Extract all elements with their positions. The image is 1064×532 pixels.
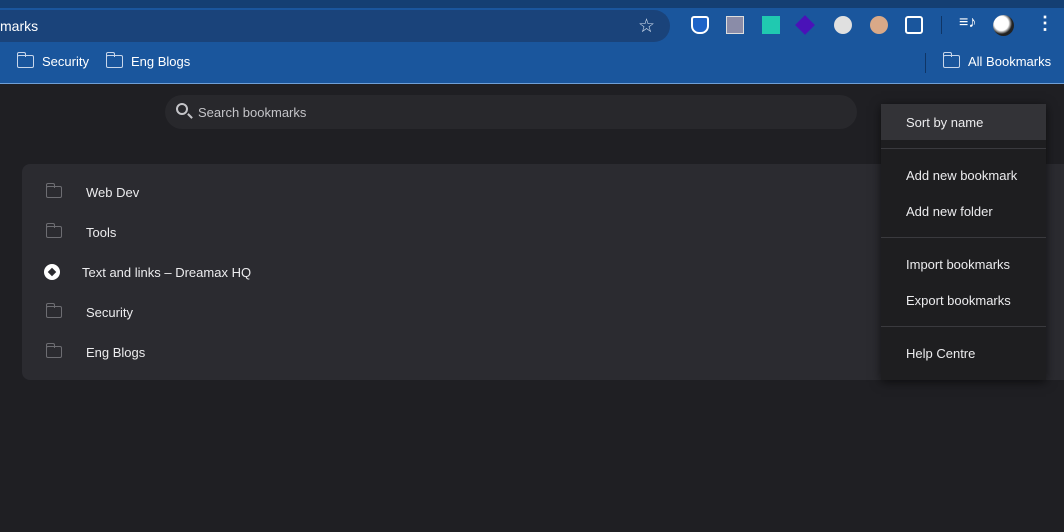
folder-icon: [16, 52, 34, 68]
folder-icon: [45, 223, 62, 238]
browser-toolbar: marks ☆ ≡♪ ⋮ Security Eng Blogs All Book…: [0, 0, 1064, 84]
item-label: Tools: [86, 224, 117, 240]
address-bar[interactable]: marks ☆: [0, 10, 670, 42]
folder-icon: [942, 52, 960, 68]
profile-avatar[interactable]: [993, 15, 1014, 36]
tab-strip: [0, 0, 1064, 8]
extension-cloud-icon[interactable]: [834, 16, 852, 34]
more-menu-icon[interactable]: ⋮: [1036, 13, 1054, 34]
menu-add-folder[interactable]: Add new folder: [881, 193, 1046, 229]
bitwarden-extension-icon[interactable]: [691, 16, 709, 34]
bookmarks-divider: [925, 53, 926, 73]
search-input[interactable]: Search bookmarks: [165, 95, 857, 129]
menu-divider: [881, 237, 1046, 238]
toolbar-divider: [941, 16, 942, 34]
bookmark-label: Eng Blogs: [131, 54, 191, 69]
menu-export-bookmarks[interactable]: Export bookmarks: [881, 282, 1046, 318]
bookmark-eng-blogs[interactable]: Eng Blogs: [105, 52, 191, 69]
address-text: marks: [0, 18, 39, 34]
item-label: Web Dev: [86, 184, 140, 200]
all-bookmarks-button[interactable]: All Bookmarks: [942, 52, 1052, 69]
menu-sort-by-name[interactable]: Sort by name: [881, 104, 1046, 140]
extension-wave-icon[interactable]: [762, 16, 780, 34]
folder-icon: [105, 52, 123, 68]
menu-help-centre[interactable]: Help Centre: [881, 335, 1046, 371]
site-favicon-icon: [44, 264, 60, 280]
search-icon: [176, 103, 188, 115]
search-placeholder: Search bookmarks: [198, 105, 307, 120]
menu-divider: [881, 148, 1046, 149]
all-bookmarks-label: All Bookmarks: [968, 54, 1052, 69]
extension-layers-icon[interactable]: [795, 15, 815, 35]
item-label: Security: [86, 304, 133, 320]
folder-icon: [45, 183, 62, 198]
menu-divider: [881, 326, 1046, 327]
item-label: Eng Blogs: [86, 344, 146, 360]
bookmark-label: Security: [42, 54, 89, 69]
menu-import-bookmarks[interactable]: Import bookmarks: [881, 246, 1046, 282]
extensions-puzzle-icon[interactable]: [905, 16, 923, 34]
item-label: Text and links – Dreamax HQ: [82, 264, 252, 280]
media-control-icon[interactable]: ≡♪: [959, 14, 976, 32]
folder-icon: [45, 343, 62, 358]
organize-menu: Sort by name Add new bookmark Add new fo…: [881, 104, 1046, 380]
menu-add-bookmark[interactable]: Add new bookmark: [881, 157, 1046, 193]
extension-square-icon[interactable]: [726, 16, 744, 34]
folder-icon: [45, 303, 62, 318]
bookmark-star-icon[interactable]: ☆: [638, 15, 655, 38]
bookmark-security[interactable]: Security: [16, 52, 89, 69]
extension-face-icon[interactable]: [870, 16, 888, 34]
